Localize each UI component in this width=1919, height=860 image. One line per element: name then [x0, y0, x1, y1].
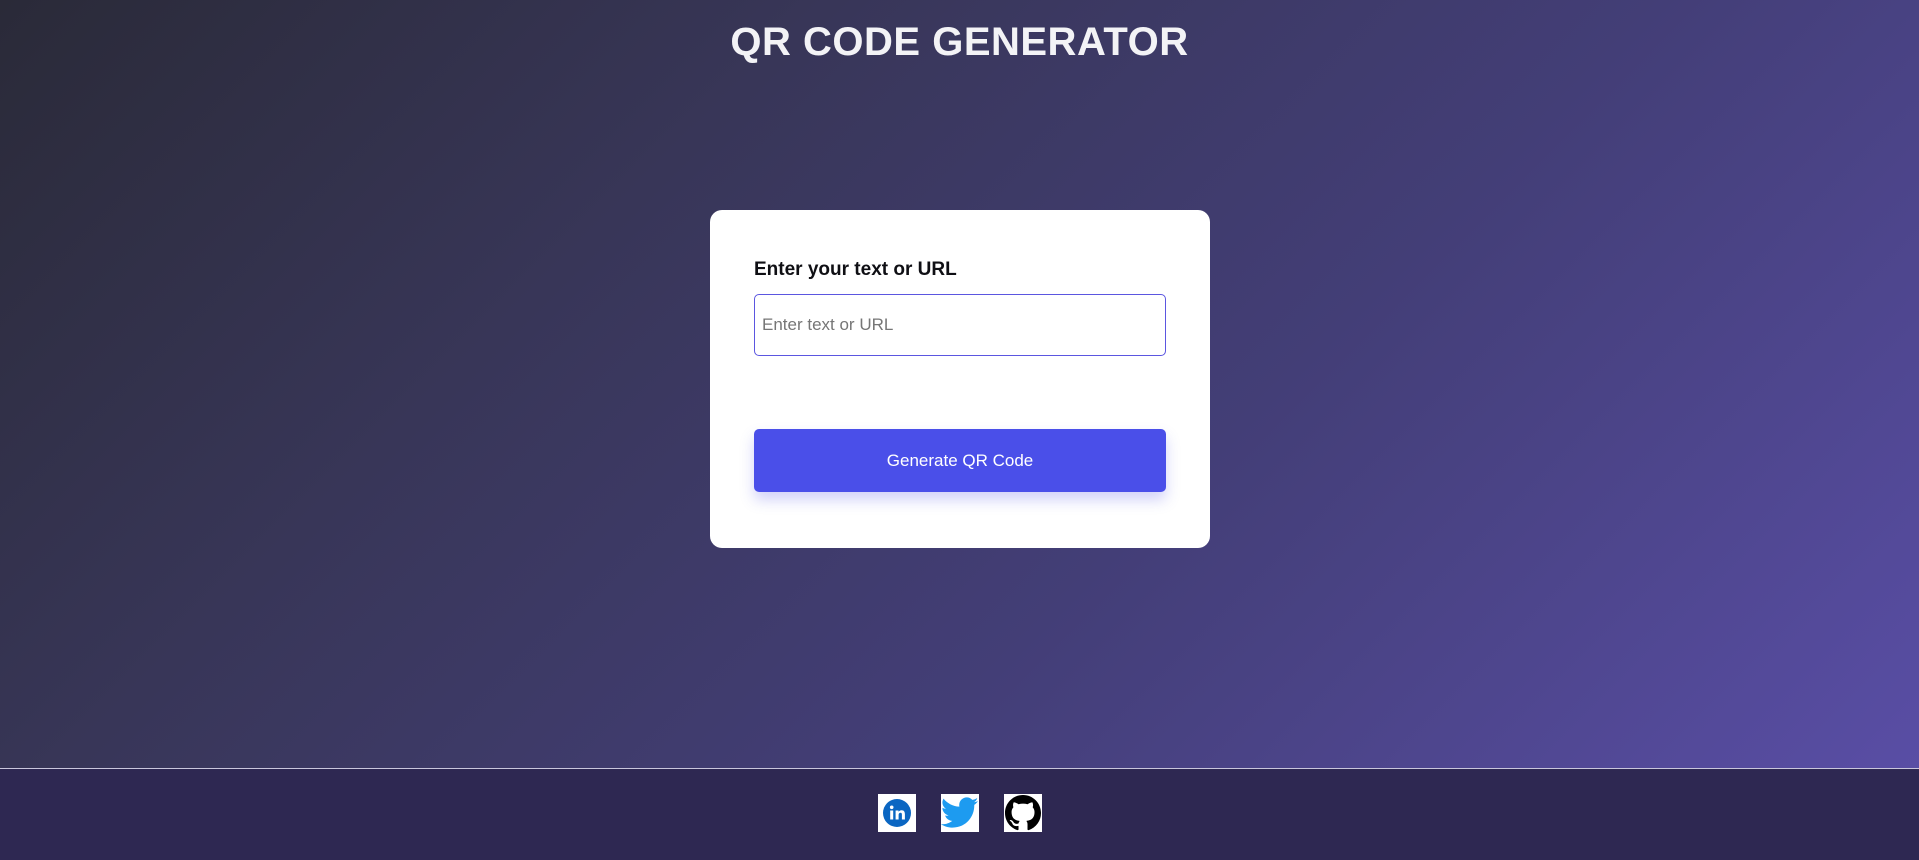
twitter-icon: [941, 797, 979, 828]
social-links: [878, 794, 1042, 832]
generate-qr-button[interactable]: Generate QR Code: [754, 429, 1166, 492]
page-title: QR CODE GENERATOR: [730, 20, 1189, 64]
github-link[interactable]: [1004, 794, 1042, 832]
footer: [0, 768, 1919, 860]
github-icon: [1005, 795, 1041, 831]
text-or-url-input[interactable]: [754, 294, 1166, 356]
linkedin-link[interactable]: [878, 794, 916, 832]
text-input-label: Enter your text or URL: [754, 259, 957, 280]
linkedin-icon: [883, 799, 911, 827]
twitter-link[interactable]: [941, 794, 979, 832]
qr-form-card: Enter your text or URL Generate QR Code: [710, 210, 1210, 548]
